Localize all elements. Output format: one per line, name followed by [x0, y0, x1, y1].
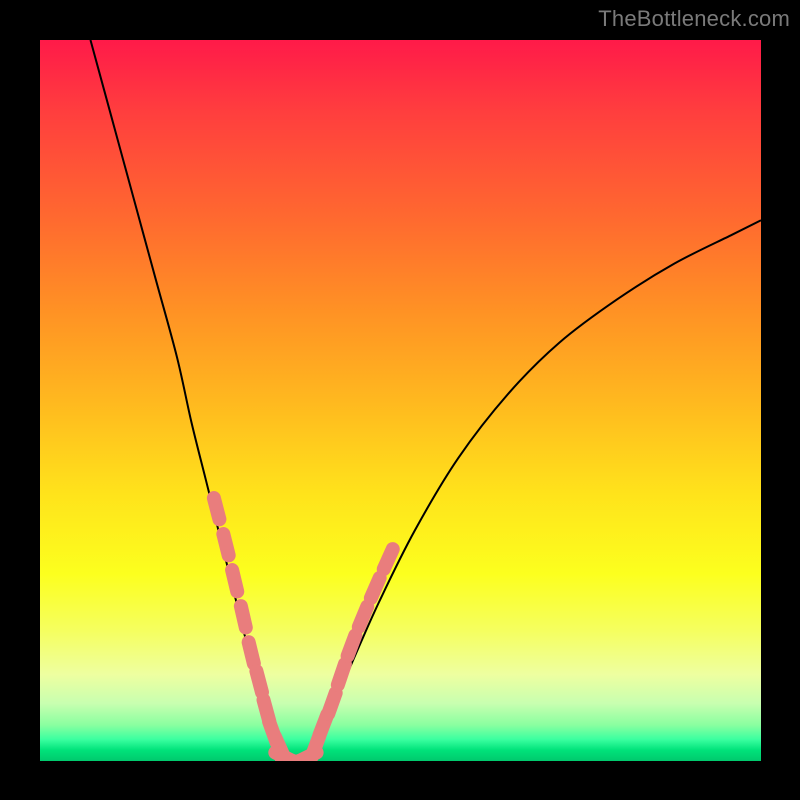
plot-area [40, 40, 761, 761]
watermark-text: TheBottleneck.com [598, 6, 790, 32]
marker-bead [359, 607, 367, 627]
marker-bead [338, 664, 345, 685]
marker-bead [241, 606, 246, 627]
marker-bead [384, 549, 393, 569]
chart-container: TheBottleneck.com [0, 0, 800, 800]
marker-bead [328, 693, 335, 714]
chart-svg [40, 40, 761, 761]
marker-bead [371, 578, 380, 598]
marker-bead [249, 642, 254, 663]
marker-bead [232, 570, 237, 591]
marker-bead [256, 671, 262, 692]
marker-bead [348, 635, 356, 656]
marker-bead [223, 534, 228, 555]
curve-group [90, 40, 761, 761]
marker-bead [214, 498, 220, 519]
bottleneck-curve [90, 40, 761, 761]
